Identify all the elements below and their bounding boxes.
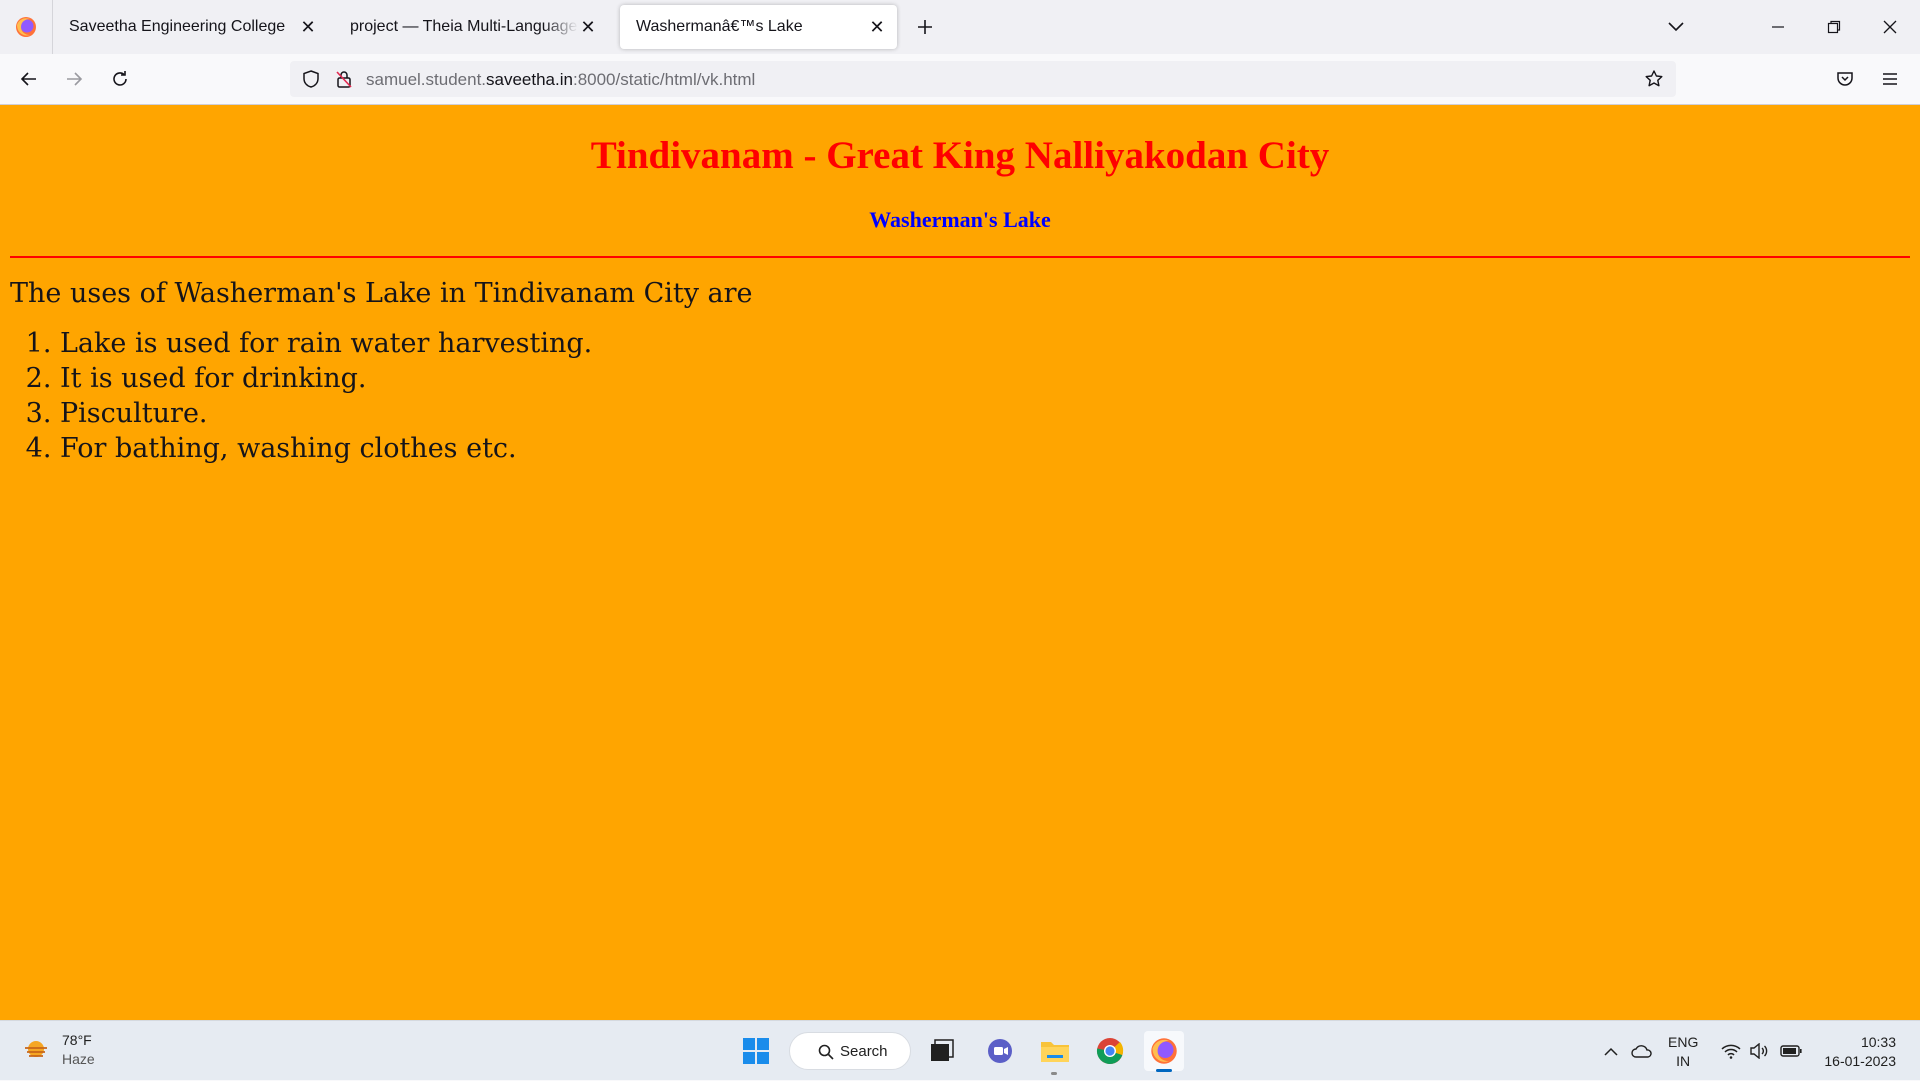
new-tab-button[interactable] (912, 12, 938, 42)
uses-list: Lake is used for rain water harvesting. … (10, 326, 592, 466)
tab-title: Saveetha Engineering College (69, 18, 286, 35)
list-item: Pisculture. (60, 396, 592, 431)
back-button[interactable] (12, 62, 46, 96)
tab-strip: Saveetha Engineering College ✕ project —… (0, 0, 1920, 54)
close-tab-icon[interactable]: ✕ (578, 17, 598, 37)
tab-saveetha[interactable]: Saveetha Engineering College ✕ (53, 5, 328, 49)
onedrive-button[interactable] (1628, 1021, 1656, 1081)
tab-theia-project[interactable]: project — Theia Multi-Language Ex ✕ (334, 5, 608, 49)
volume-status[interactable] (1746, 1021, 1772, 1081)
page-content: Tindivanam - Great King Nalliyakodan Cit… (0, 105, 1920, 1020)
insecure-lock-icon[interactable] (334, 69, 354, 89)
tab-washermans-lake[interactable]: Washermanâ€™s Lake ✕ (620, 5, 897, 49)
input-language-indicator[interactable]: ENG IN (1668, 1033, 1698, 1071)
clock-date: 16-01-2023 (1824, 1053, 1896, 1069)
bookmark-star-icon[interactable] (1644, 69, 1664, 89)
reload-icon (113, 71, 127, 86)
tab-title: project — Theia Multi-Language Ex (350, 18, 578, 35)
url-prefix: samuel.student. (366, 70, 487, 89)
arrow-right-icon (67, 72, 83, 86)
shield-icon[interactable] (301, 69, 321, 89)
hamburger-menu-icon (1883, 73, 1897, 85)
list-all-tabs-button[interactable] (1662, 14, 1690, 40)
language-code: ENG (1668, 1034, 1699, 1050)
taskbar: 78°F Haze Search ENG IN 10:33 16-01-2023 (0, 1020, 1920, 1080)
url-suffix: :8000/static/html/vk.html (572, 70, 756, 89)
file-explorer-button[interactable] (1035, 1031, 1075, 1071)
chat-icon (988, 1039, 1012, 1063)
tab-title: Washermanâ€™s Lake (636, 18, 803, 35)
task-view-icon (931, 1039, 954, 1061)
haze-sun-icon (25, 1041, 47, 1057)
clock-time: 10:33 (1860, 1034, 1896, 1050)
minimize-icon (1772, 26, 1784, 28)
firefox-logo-icon (16, 17, 36, 37)
show-hidden-icons-button[interactable] (1598, 1021, 1624, 1081)
url-host: saveetha.in (486, 70, 573, 89)
start-button[interactable] (736, 1031, 776, 1071)
list-item: Lake is used for rain water harvesting. (60, 326, 592, 361)
plus-icon (918, 20, 932, 34)
weather-widget[interactable]: 78°F Haze (22, 1031, 95, 1069)
battery-status[interactable] (1776, 1021, 1806, 1081)
minimize-button[interactable] (1750, 0, 1806, 54)
close-icon (1883, 20, 1897, 34)
folder-icon (1041, 1042, 1069, 1062)
restore-button[interactable] (1806, 0, 1862, 54)
url-text[interactable]: samuel.student.saveetha.in:8000/static/h… (366, 70, 755, 90)
close-tab-icon[interactable]: ✕ (298, 17, 318, 37)
chrome-icon (1096, 1038, 1124, 1065)
weather-temperature: 78°F (62, 1032, 92, 1048)
teams-chat-button[interactable] (980, 1031, 1020, 1071)
chevron-down-icon (1668, 22, 1684, 32)
task-view-button[interactable] (922, 1031, 962, 1071)
intro-paragraph: The uses of Washerman's Lake in Tindivan… (10, 278, 753, 309)
close-tab-icon[interactable]: ✕ (867, 17, 887, 37)
horizontal-rule (10, 256, 1910, 258)
region-code: IN (1676, 1053, 1691, 1069)
page-subtitle: Washerman's Lake (869, 207, 1051, 232)
chrome-button[interactable] (1090, 1031, 1130, 1071)
search-icon (818, 1044, 834, 1060)
navigation-toolbar: samuel.student.saveetha.in:8000/static/h… (0, 54, 1920, 105)
battery-icon (1780, 1045, 1802, 1057)
firefox-icon (1151, 1038, 1177, 1064)
address-bar[interactable]: samuel.student.saveetha.in:8000/static/h… (290, 61, 1676, 97)
close-window-button[interactable] (1862, 0, 1918, 54)
running-app-indicator (1051, 1072, 1057, 1075)
weather-condition: Haze (62, 1051, 95, 1067)
system-clock[interactable]: 10:33 16-01-2023 (1818, 1033, 1896, 1071)
app-menu-button[interactable] (1873, 62, 1907, 96)
windows-logo-icon (743, 1038, 769, 1064)
reload-button[interactable] (103, 62, 137, 96)
forward-button[interactable] (57, 62, 91, 96)
speaker-icon (1750, 1043, 1768, 1059)
arrow-left-icon (20, 72, 36, 86)
pocket-button[interactable] (1828, 62, 1862, 96)
search-label: Search (840, 1042, 888, 1060)
wifi-icon (1721, 1044, 1741, 1059)
chevron-up-icon (1604, 1047, 1618, 1056)
list-item: It is used for drinking. (60, 361, 592, 396)
page-title: Tindivanam - Great King Nalliyakodan Cit… (590, 134, 1330, 177)
wifi-status[interactable] (1718, 1021, 1744, 1081)
taskbar-search[interactable]: Search (789, 1032, 911, 1070)
firefox-view-button[interactable] (0, 0, 53, 54)
restore-icon (1827, 20, 1841, 34)
cloud-icon (1631, 1045, 1652, 1058)
pocket-icon (1837, 72, 1853, 86)
firefox-taskbar-button[interactable] (1144, 1031, 1184, 1072)
active-app-indicator (1156, 1069, 1172, 1072)
list-item: For bathing, washing clothes etc. (60, 431, 592, 466)
